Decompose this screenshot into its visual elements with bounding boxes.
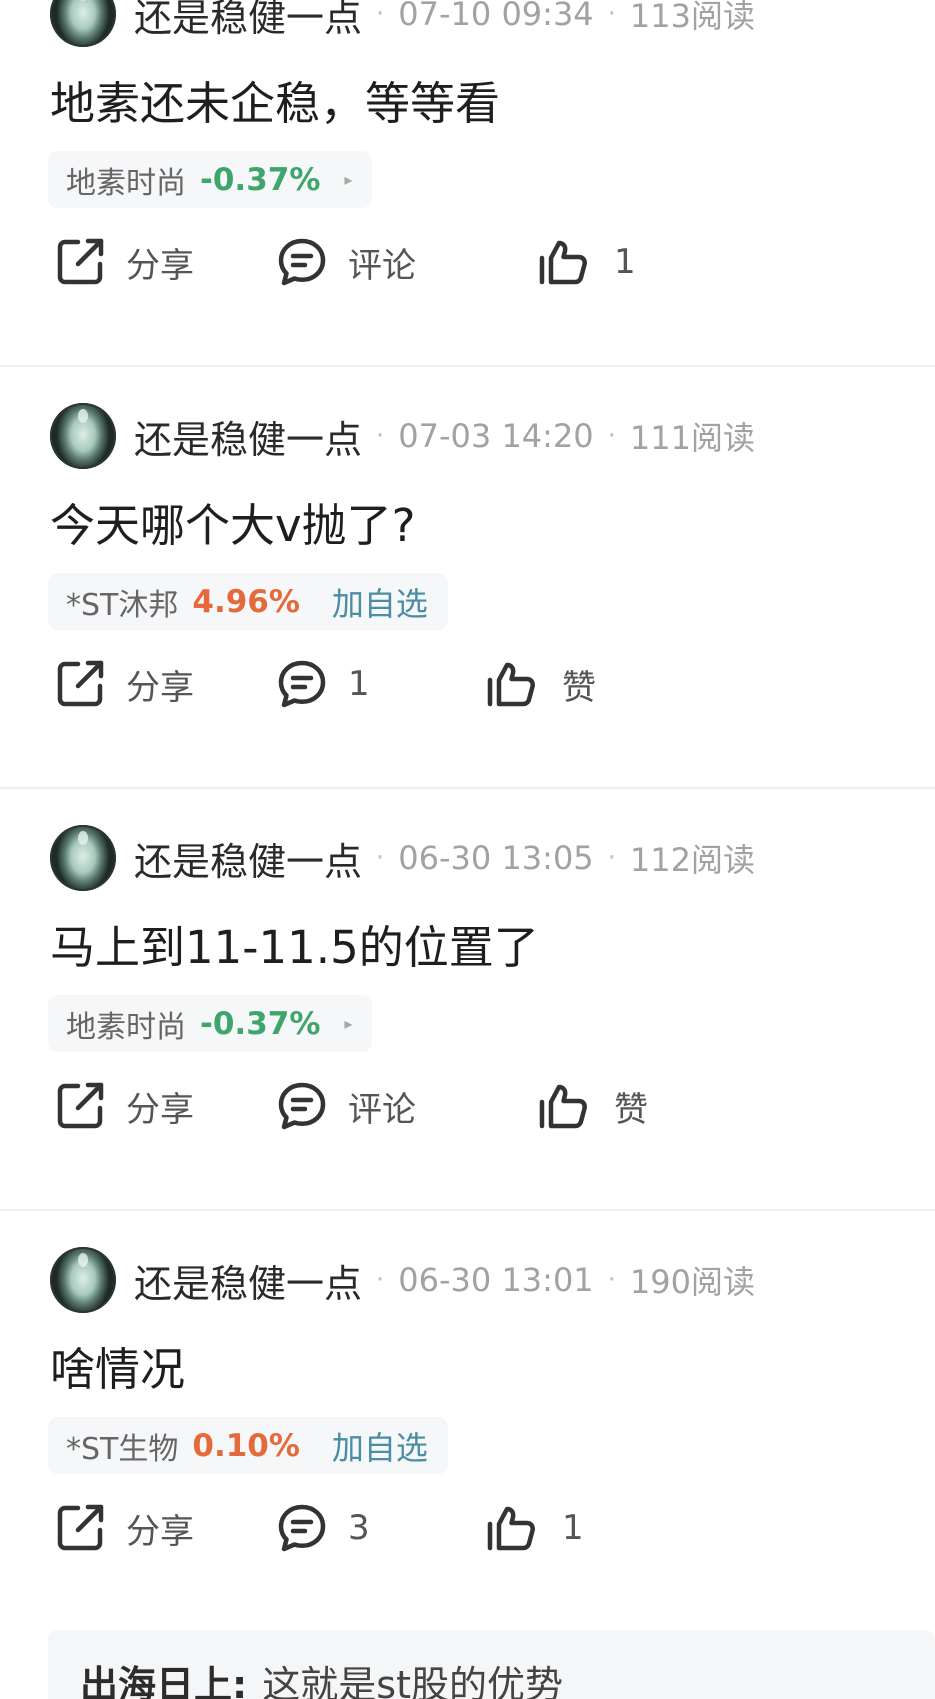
comment-icon [278, 660, 326, 708]
avatar[interactable] [50, 403, 116, 469]
comment-preview[interactable]: 出海日上: 这就是st股的优势 [48, 1630, 935, 1699]
like-button[interactable]: 赞 [538, 1078, 648, 1134]
post-feed: 还是稳健一点 · 07-10 09:34 · 113阅读 地素还未企稳，等等看 … [0, 0, 935, 1699]
post-actions: 分享 评论 1 [54, 234, 904, 290]
like-button[interactable]: 1 [486, 1500, 584, 1556]
read-count: 113阅读 [629, 0, 756, 35]
meta-separator: · [376, 843, 385, 873]
stock-change: -0.37% [200, 161, 321, 198]
comment-label: 评论 [348, 245, 416, 286]
like-label: 1 [614, 242, 636, 282]
stock-name: *ST生物 [66, 1431, 179, 1467]
meta-separator: · [607, 421, 616, 451]
share-button[interactable]: 分享 [54, 656, 194, 712]
post-content[interactable]: 今天哪个大v抛了? [50, 489, 416, 554]
like-button[interactable]: 1 [538, 234, 636, 290]
post-meta: 还是稳健一点 · 06-30 13:01 · 190阅读 [50, 1247, 755, 1313]
comment-icon [278, 238, 326, 286]
comment-button[interactable]: 3 [276, 1500, 370, 1556]
thumbs-up-icon [487, 662, 535, 707]
meta-separator: · [376, 0, 385, 29]
meta-separator: · [376, 421, 385, 451]
post-content[interactable]: 地素还未企稳，等等看 [50, 67, 500, 132]
stock-name: *ST沐邦 [66, 587, 179, 623]
post-content[interactable]: 马上到11-11.5的位置了 [50, 911, 539, 976]
stock-tag[interactable]: *ST生物 0.10% 加自选 [48, 1417, 448, 1474]
share-label: 分享 [126, 1089, 194, 1130]
comment-text: 这就是st股的优势 [262, 1663, 563, 1699]
comment-button[interactable]: 评论 [276, 1078, 416, 1134]
share-button[interactable]: 分享 [54, 1500, 194, 1556]
share-label: 分享 [126, 667, 194, 708]
stock-tag[interactable]: *ST沐邦 4.96% 加自选 [48, 573, 448, 630]
author-name[interactable]: 还是稳健一点 [134, 409, 362, 464]
share-label: 分享 [126, 1511, 194, 1552]
share-button[interactable]: 分享 [54, 234, 194, 290]
like-label: 1 [562, 1508, 584, 1548]
read-count: 112阅读 [629, 841, 756, 879]
read-count: 190阅读 [629, 1263, 756, 1301]
post-item[interactable]: 还是稳健一点 · 07-10 09:34 · 113阅读 地素还未企稳，等等看 … [0, 0, 935, 384]
share-icon [57, 1504, 104, 1551]
post-actions: 分享 1 赞 [54, 656, 904, 712]
share-label: 分享 [126, 245, 194, 286]
stock-tag[interactable]: 地素时尚 -0.37% ▸ [48, 151, 373, 208]
comment-button[interactable]: 1 [276, 656, 370, 712]
add-watchlist-button[interactable]: 加自选 [332, 1423, 428, 1469]
avatar[interactable] [50, 825, 116, 891]
stock-change: 4.96% [192, 583, 300, 620]
comment-user[interactable]: 出海日上: [80, 1663, 247, 1699]
meta-separator: · [376, 1265, 385, 1295]
post-meta: 还是稳健一点 · 07-10 09:34 · 113阅读 [50, 0, 755, 47]
stock-change: 0.10% [192, 1427, 300, 1464]
post-item[interactable]: 还是稳健一点 · 06-30 13:05 · 112阅读 马上到11-11.5的… [0, 808, 935, 1228]
avatar[interactable] [50, 0, 116, 47]
avatar[interactable] [50, 1247, 116, 1313]
post-divider [0, 787, 935, 789]
comment-icon [278, 1082, 326, 1130]
post-content[interactable]: 啥情况 [50, 1333, 185, 1398]
post-date: 06-30 13:05 [398, 839, 594, 877]
add-watchlist-button[interactable]: 加自选 [332, 579, 428, 625]
thumbs-up-icon [539, 240, 587, 285]
comment-count: 3 [348, 1508, 370, 1548]
author-name[interactable]: 还是稳健一点 [134, 1253, 362, 1308]
comment-icon [278, 1504, 326, 1552]
stock-change: -0.37% [200, 1005, 321, 1042]
thumbs-up-icon [539, 1084, 587, 1129]
like-label: 赞 [562, 667, 596, 708]
post-item[interactable]: 还是稳健一点 · 06-30 13:01 · 190阅读 啥情况 *ST生物 0… [0, 1230, 935, 1650]
post-date: 07-03 14:20 [398, 417, 594, 455]
like-label: 赞 [614, 1089, 648, 1130]
meta-separator: · [607, 843, 616, 873]
chevron-right-icon: ▸ [344, 1014, 353, 1033]
thumbs-up-icon [487, 1506, 535, 1551]
share-icon [57, 238, 104, 285]
stock-tag[interactable]: 地素时尚 -0.37% ▸ [48, 995, 373, 1052]
share-icon [57, 660, 104, 707]
chevron-right-icon: ▸ [344, 170, 353, 189]
post-date: 06-30 13:01 [398, 1261, 594, 1299]
post-divider [0, 365, 935, 367]
post-item[interactable]: 还是稳健一点 · 07-03 14:20 · 111阅读 今天哪个大v抛了? *… [0, 386, 935, 806]
share-button[interactable]: 分享 [54, 1078, 194, 1134]
comment-count: 1 [348, 664, 370, 704]
like-button[interactable]: 赞 [486, 656, 596, 712]
meta-separator: · [607, 0, 616, 29]
author-name[interactable]: 还是稳健一点 [134, 831, 362, 886]
post-divider [0, 1209, 935, 1211]
share-icon [57, 1082, 104, 1129]
author-name[interactable]: 还是稳健一点 [134, 0, 362, 42]
read-count: 111阅读 [629, 419, 756, 457]
post-actions: 分享 评论 赞 [54, 1078, 904, 1134]
comment-label: 评论 [348, 1089, 416, 1130]
meta-separator: · [607, 1265, 616, 1295]
post-actions: 分享 3 1 [54, 1500, 904, 1556]
stock-name: 地素时尚 [66, 165, 186, 201]
comment-button[interactable]: 评论 [276, 234, 416, 290]
stock-name: 地素时尚 [66, 1009, 186, 1045]
post-meta: 还是稳健一点 · 07-03 14:20 · 111阅读 [50, 403, 755, 469]
post-meta: 还是稳健一点 · 06-30 13:05 · 112阅读 [50, 825, 755, 891]
post-date: 07-10 09:34 [398, 0, 594, 33]
